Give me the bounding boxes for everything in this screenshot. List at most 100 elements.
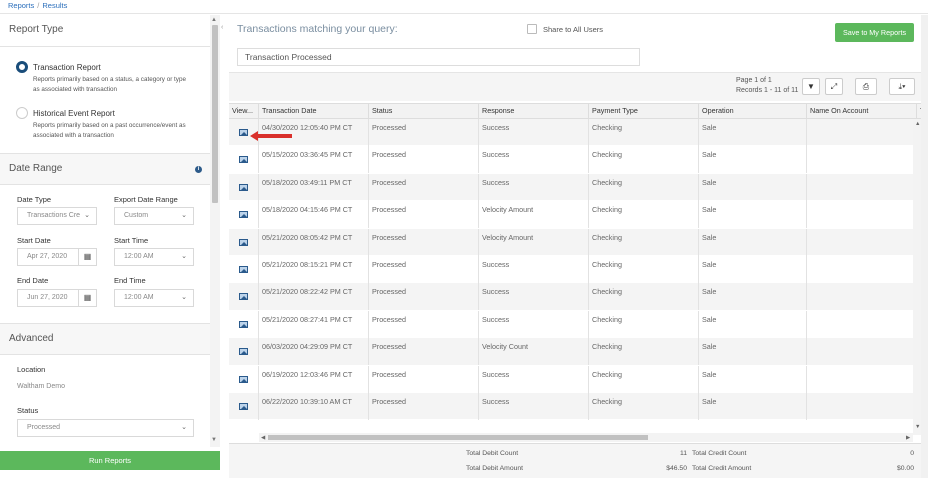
breadcrumb-results-link[interactable]: Results [42, 1, 67, 10]
cell-status: Processed [369, 310, 479, 338]
cell-view[interactable] [229, 173, 259, 201]
cell-response: Success [479, 256, 589, 283]
cell-response: Success [479, 146, 589, 174]
column-header-name-on-account[interactable]: Name On Account [807, 104, 917, 118]
start-time-select[interactable]: 12:00 AM ⌄ [114, 248, 194, 266]
share-to-all-users-checkbox[interactable] [527, 24, 537, 34]
column-header-status[interactable]: Status [369, 104, 479, 118]
status-label: Status [17, 406, 39, 415]
cell-name-on-account [807, 173, 917, 201]
total-debit-amount-value: $46.50 [666, 465, 687, 472]
calendar-icon[interactable]: ▦ [78, 249, 96, 265]
date-type-select[interactable]: Transactions Cre ⌄ [17, 207, 97, 225]
share-to-all-users-label[interactable]: Share to All Users [543, 25, 603, 34]
start-date-label: Start Date [17, 236, 51, 245]
start-date-input[interactable]: Apr 27, 2020 ▦ [17, 248, 97, 266]
collapse-panel-icon[interactable]: ‹ [221, 24, 223, 31]
image-icon[interactable] [239, 183, 248, 191]
total-debit-count-value: 11 [679, 450, 687, 457]
cell-name-on-account [807, 310, 917, 338]
save-to-my-reports-button[interactable]: Save to My Reports [835, 23, 914, 42]
cell-name-on-account [807, 228, 917, 256]
status-select[interactable]: Processed ⌄ [17, 419, 194, 437]
scroll-up-arrow-icon[interactable]: ▲ [915, 121, 920, 127]
expand-icon[interactable]: ⤢ [825, 78, 843, 95]
cell-view[interactable] [229, 283, 259, 311]
scroll-right-arrow-icon[interactable]: ▶ [906, 435, 910, 441]
table-row[interactable]: 05/21/2020 08:22:42 PM CT Processed Succes… [229, 283, 921, 311]
image-icon[interactable] [239, 403, 248, 410]
info-icon[interactable]: i [195, 166, 202, 173]
column-header-payment-type[interactable]: Payment Type [589, 104, 699, 118]
breadcrumb-reports-link[interactable]: Reports [8, 1, 34, 10]
table-row[interactable]: 06/03/2020 04:29:09 PM CT Processed Veloci… [229, 338, 921, 366]
column-header-response[interactable]: Response [479, 104, 589, 118]
transaction-report-label[interactable]: Transaction Report [33, 63, 101, 72]
image-icon[interactable] [239, 266, 248, 273]
filter-icon[interactable]: ▼ [802, 78, 820, 95]
cell-response: Velocity Amount [479, 201, 589, 229]
scroll-down-arrow-icon[interactable]: ▼ [915, 424, 920, 430]
cell-view[interactable] [229, 393, 259, 420]
table-row[interactable]: 05/18/2020 03:49:11 PM CT Processed Succes… [229, 173, 921, 202]
page-scrollbar[interactable] [921, 15, 928, 478]
cell-operation: Sale [699, 173, 807, 201]
download-icon[interactable]: ⤓▾ [889, 78, 915, 95]
table-row[interactable]: 05/21/2020 08:15:21 PM CT Processed Succes… [229, 256, 921, 284]
column-header-view[interactable]: View... [229, 104, 259, 118]
grid-vertical-scrollbar[interactable] [913, 119, 921, 435]
cell-view[interactable] [229, 228, 259, 256]
cell-view[interactable] [229, 146, 259, 174]
cell-name-on-account [807, 119, 917, 146]
cell-view[interactable] [229, 365, 259, 393]
table-row[interactable]: 05/21/2020 08:05:42 PM CT Processed Veloci… [229, 228, 921, 256]
image-icon[interactable] [239, 375, 248, 383]
location-value[interactable]: Waltham Demo [17, 383, 65, 390]
image-icon[interactable] [239, 238, 248, 246]
table-row[interactable]: 06/19/2020 12:03:46 PM CT Processed Succes… [229, 365, 921, 393]
left-panel-scroll-thumb[interactable] [212, 25, 218, 203]
image-icon[interactable] [239, 320, 248, 328]
cell-view[interactable] [229, 201, 259, 229]
image-icon[interactable] [239, 156, 248, 164]
end-time-select[interactable]: 12:00 AM ⌄ [114, 289, 194, 307]
table-row[interactable]: 05/21/2020 08:27:41 PM CT Processed Succes… [229, 310, 921, 339]
historical-event-report-radio[interactable] [16, 107, 28, 119]
image-icon[interactable] [239, 129, 248, 136]
total-credit-count-label: Total Credit Count [692, 450, 747, 457]
image-icon[interactable] [239, 348, 248, 356]
start-time-label: Start Time [114, 236, 149, 245]
column-header-operation[interactable]: Operation [699, 104, 807, 118]
calendar-icon[interactable]: ▦ [78, 290, 96, 306]
total-credit-amount-value: $0.00 [896, 465, 914, 472]
run-reports-button[interactable]: Run Reports [0, 451, 220, 470]
image-icon[interactable] [239, 211, 248, 219]
cell-view[interactable] [229, 310, 259, 338]
advanced-header[interactable]: Advanced [0, 323, 210, 355]
table-row[interactable]: 06/22/2020 10:39:10 AM CT Processed Succes… [229, 393, 921, 421]
end-date-input[interactable]: Jun 27, 2020 ▦ [17, 289, 97, 307]
column-header-transaction-date[interactable]: Transaction Date [259, 104, 369, 118]
scroll-up-arrow-icon[interactable]: ▲ [211, 17, 217, 23]
grid-horizontal-scrollbar[interactable] [259, 433, 913, 442]
print-icon[interactable]: ⎙ [855, 78, 877, 95]
export-date-range-select[interactable]: Custom ⌄ [114, 207, 194, 225]
cell-payment-type: Checking [589, 283, 699, 311]
image-icon[interactable] [239, 293, 248, 301]
scroll-left-arrow-icon[interactable]: ◀ [261, 435, 265, 441]
results-title: Transactions matching your query: [237, 23, 398, 35]
table-row[interactable]: 05/15/2020 03:36:45 PM CT Processed Succes… [229, 146, 921, 174]
historical-event-report-label[interactable]: Historical Event Report [33, 109, 115, 118]
cell-response: Velocity Amount [479, 228, 589, 256]
cell-view[interactable] [229, 256, 259, 283]
table-row[interactable]: 04/30/2020 12:05:40 PM CT Processed Succes… [229, 119, 921, 147]
cell-transaction-date: 05/18/2020 03:49:11 PM CT [259, 173, 369, 201]
cell-view[interactable] [229, 338, 259, 366]
scroll-down-arrow-icon[interactable]: ▼ [211, 437, 217, 443]
grid-horizontal-scroll-thumb[interactable] [268, 435, 648, 440]
date-range-header[interactable]: Date Range [0, 153, 210, 185]
transaction-report-radio[interactable] [16, 61, 28, 73]
cell-name-on-account [807, 256, 917, 283]
cell-status: Processed [369, 173, 479, 201]
table-row[interactable]: 05/18/2020 04:15:46 PM CT Processed Veloci… [229, 201, 921, 229]
